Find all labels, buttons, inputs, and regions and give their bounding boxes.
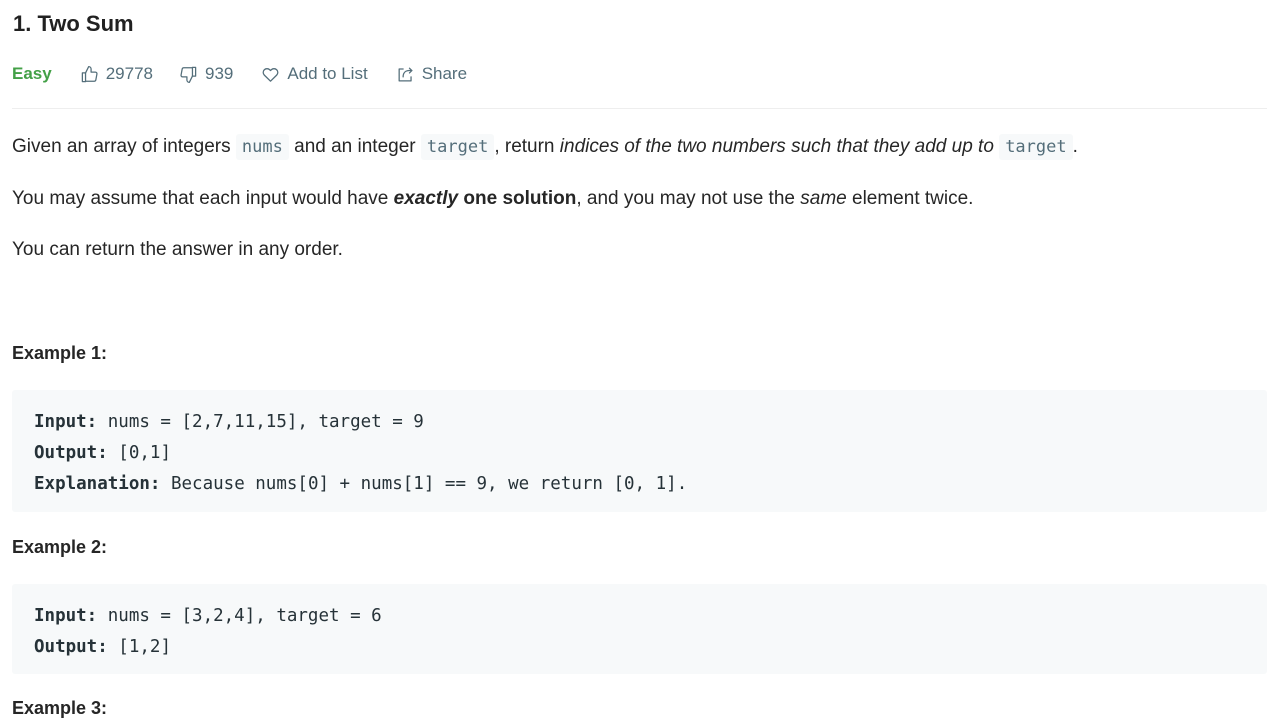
description-text: and an integer: [288, 136, 421, 157]
inline-code-target: target: [999, 134, 1073, 160]
dislike-button[interactable]: 939: [179, 64, 233, 84]
problem-meta-bar: Easy 29778 939 Add to List Share: [12, 62, 467, 86]
inline-code-target: target: [420, 134, 495, 160]
dislike-count: 939: [204, 64, 234, 83]
example-input-value: nums = [3,2,4], target = 6: [97, 606, 382, 626]
description-text: element twice.: [846, 188, 974, 209]
example-input-line: Input: nums = [2,7,11,15], target = 9: [34, 407, 1267, 438]
example-input-label: Input:: [34, 606, 98, 626]
inline-code-nums: nums: [235, 134, 289, 160]
example-output-line: Output: [0,1]: [34, 438, 1267, 469]
example-output-value: [1,2]: [107, 637, 171, 657]
description-text: Given an array of integers: [12, 136, 236, 157]
thumbs-down-icon: [180, 66, 197, 83]
add-to-list-button[interactable]: Add to List: [261, 64, 368, 84]
description-text: , return: [494, 136, 560, 157]
add-to-list-label: Add to List: [287, 64, 368, 83]
description-paragraph: You can return the answer in any order.: [12, 239, 343, 260]
example-explanation-label: Explanation:: [34, 474, 161, 494]
description-strong-emphasis: exactly: [393, 188, 459, 209]
like-button[interactable]: 29778: [80, 64, 153, 84]
example-title: Example 1:: [12, 343, 108, 363]
share-label: Share: [421, 64, 468, 83]
example-input-line: Input: nums = [3,2,4], target = 6: [34, 601, 1267, 632]
share-button[interactable]: Share: [396, 64, 467, 84]
share-icon: [398, 67, 413, 81]
thumbs-up-icon: [81, 65, 98, 82]
example-block: Input: nums = [3,2,4], target = 6 Output…: [12, 584, 1267, 674]
heart-icon: [262, 67, 279, 82]
description-text: You may assume that each input would hav…: [12, 188, 394, 209]
example-title: Example 2:: [12, 537, 108, 557]
description-emphasis: same: [800, 188, 847, 209]
example-input-label: Input:: [34, 412, 98, 432]
example-explanation-value: Because nums[0] + nums[1] == 9, we retur…: [160, 474, 688, 494]
example-output-line: Output: [1,2]: [34, 632, 1267, 663]
problem-title: 1. Two Sum: [13, 11, 134, 36]
difficulty-badge: Easy: [12, 64, 52, 83]
description-text: , and you may not use the: [576, 188, 801, 209]
example-output-label: Output:: [34, 443, 108, 463]
description-paragraph: You may assume that each input would hav…: [12, 186, 973, 212]
example-input-value: nums = [2,7,11,15], target = 9: [97, 412, 424, 432]
header-divider: [12, 108, 1267, 109]
description-paragraph: Given an array of integers nums and an i…: [12, 134, 1078, 160]
example-title: Example 3:: [12, 698, 108, 718]
example-block: Input: nums = [2,7,11,15], target = 9 Ou…: [12, 390, 1267, 512]
description-emphasis: indices of the two numbers such that the…: [559, 136, 994, 157]
example-output-label: Output:: [34, 637, 108, 657]
example-explanation-line: Explanation: Because nums[0] + nums[1] =…: [34, 469, 1267, 500]
description-text: .: [1072, 136, 1078, 157]
example-output-value: [0,1]: [107, 443, 171, 463]
description-strong: one solution: [463, 188, 577, 209]
like-count: 29778: [105, 64, 153, 83]
